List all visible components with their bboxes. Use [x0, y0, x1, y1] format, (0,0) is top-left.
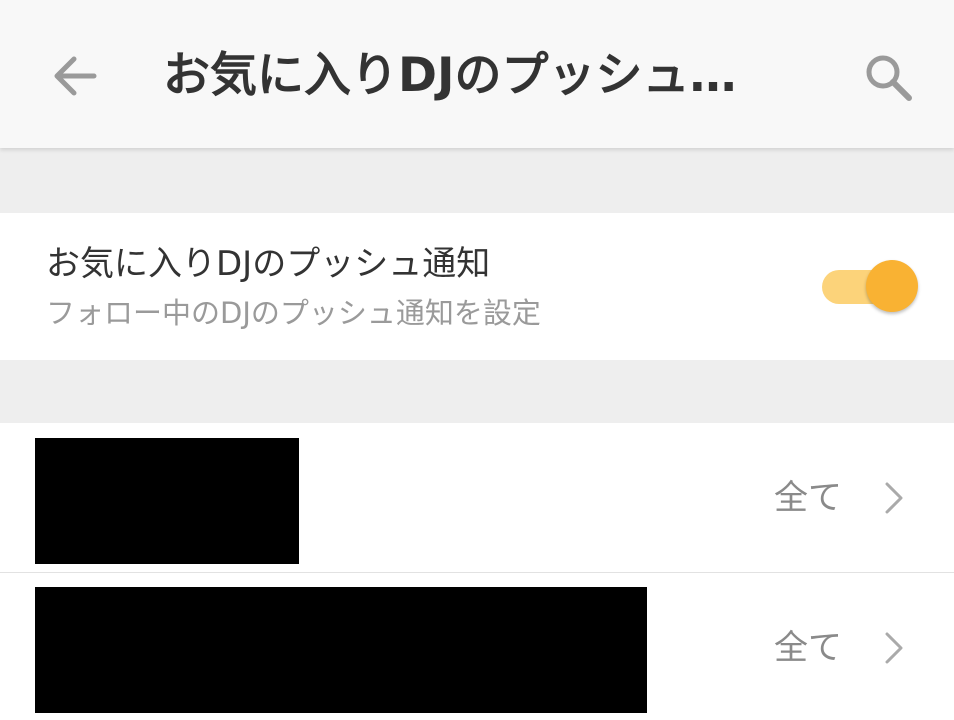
push-setting-subtitle: フォロー中のDJのプッシュ通知を設定 — [46, 296, 541, 330]
search-icon — [866, 55, 912, 101]
screen: お気に入りDJのプッシュ… お気に入りDJのプッシュ通知 フォロー中のDJのプッ… — [0, 0, 954, 720]
chevron-right-icon — [885, 632, 903, 664]
redacted-dj-name — [35, 438, 299, 564]
redacted-dj-name — [35, 587, 647, 713]
arrow-left-icon — [54, 56, 97, 96]
section-spacer — [0, 360, 954, 423]
push-setting-title: お気に入りDJのプッシュ通知 — [46, 244, 491, 284]
page-title: お気に入りDJのプッシュ… — [163, 48, 737, 103]
notification-setting-value: 全て — [774, 478, 842, 518]
search-button[interactable] — [858, 48, 918, 108]
chevron-right-icon — [885, 482, 903, 514]
back-button[interactable] — [46, 46, 106, 106]
app-bar: お気に入りDJのプッシュ… — [0, 0, 954, 148]
toggle-thumb — [866, 260, 918, 312]
push-toggle-switch[interactable] — [820, 258, 920, 314]
section-spacer — [0, 148, 954, 213]
notification-setting-value: 全て — [774, 628, 842, 668]
